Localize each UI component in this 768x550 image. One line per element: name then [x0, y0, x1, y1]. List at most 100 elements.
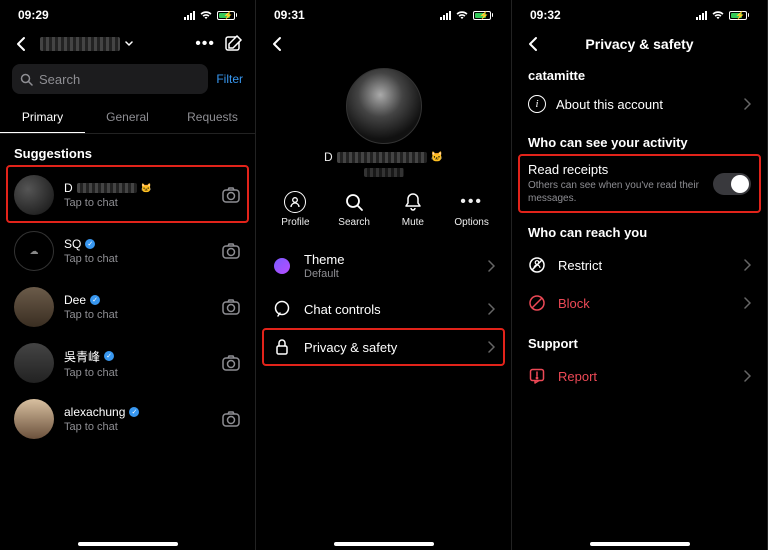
- status-bar: 09:32 ⚡: [512, 0, 767, 30]
- camera-icon[interactable]: [221, 185, 241, 205]
- mute-action[interactable]: Mute: [388, 191, 438, 228]
- menu-chat-controls[interactable]: Chat controls: [256, 290, 511, 328]
- chat-subtitle: Tap to chat: [64, 253, 211, 265]
- chevron-down-icon[interactable]: [124, 39, 134, 49]
- search-icon: [343, 191, 365, 213]
- search-action[interactable]: Search: [329, 191, 379, 228]
- profile-actions: Profile Search Mute ••• Options: [256, 177, 511, 242]
- read-receipts-title: Read receipts: [528, 162, 703, 177]
- filter-button[interactable]: Filter: [216, 72, 243, 86]
- inbox-header: •••: [0, 30, 255, 60]
- verified-icon: ✓: [90, 295, 100, 305]
- chat-item[interactable]: alexachung ✓ Tap to chat: [0, 391, 255, 447]
- chat-subtitle: Tap to chat: [64, 197, 211, 209]
- block-row[interactable]: Block: [512, 284, 767, 322]
- avatar: [14, 175, 54, 215]
- wifi-icon: [199, 10, 213, 20]
- home-indicator[interactable]: [334, 542, 434, 546]
- action-label: Profile: [281, 217, 309, 228]
- tab-general[interactable]: General: [85, 102, 170, 133]
- signal-icon: [440, 11, 451, 20]
- wifi-icon: [455, 10, 469, 20]
- menu-privacy-safety[interactable]: Privacy & safety: [256, 328, 511, 366]
- signal-icon: [184, 11, 195, 20]
- report-row[interactable]: Report: [512, 357, 767, 395]
- profile-avatar[interactable]: [346, 68, 422, 144]
- chat-icon: [272, 300, 292, 318]
- read-receipts-toggle[interactable]: [713, 173, 751, 195]
- read-receipts-sub: Others can see when you've read their me…: [528, 179, 703, 205]
- verified-icon: ✓: [85, 239, 95, 249]
- theme-icon: [274, 258, 290, 274]
- profile-action[interactable]: Profile: [270, 191, 320, 228]
- status-bar: 09:29 ⚡: [0, 0, 255, 30]
- back-icon[interactable]: [524, 34, 544, 54]
- status-indicators: ⚡: [440, 10, 493, 20]
- about-account-row[interactable]: i About this account: [512, 87, 767, 121]
- camera-icon[interactable]: [221, 409, 241, 429]
- status-time: 09:32: [530, 8, 561, 22]
- camera-icon[interactable]: [221, 241, 241, 261]
- menu-theme[interactable]: Theme Default: [256, 242, 511, 290]
- avatar: [14, 287, 54, 327]
- search-row: Search Filter: [0, 60, 255, 102]
- screen-chat-details: 09:31 ⚡ D🐱 Profile Search: [256, 0, 512, 550]
- chat-subtitle: Tap to chat: [64, 367, 211, 379]
- compose-icon[interactable]: [223, 34, 243, 54]
- chevron-right-icon: [743, 370, 751, 382]
- restrict-row[interactable]: Restrict: [512, 246, 767, 284]
- action-label: Options: [454, 217, 488, 228]
- inbox-tabs: Primary General Requests: [0, 102, 255, 134]
- tab-primary[interactable]: Primary: [0, 102, 85, 133]
- search-input[interactable]: Search: [12, 64, 208, 94]
- menu-label: Privacy & safety: [304, 340, 475, 355]
- profile-name: D🐱: [256, 150, 511, 164]
- signal-icon: [696, 11, 707, 20]
- chevron-right-icon: [743, 297, 751, 309]
- account-switcher[interactable]: [40, 37, 120, 51]
- search-placeholder: Search: [39, 72, 80, 87]
- wifi-icon: [711, 10, 725, 20]
- suggestions-heading: Suggestions: [0, 134, 255, 167]
- status-time: 09:29: [18, 8, 49, 22]
- chat-subtitle: Tap to chat: [64, 421, 211, 433]
- tab-requests[interactable]: Requests: [170, 102, 255, 133]
- restrict-icon: [528, 256, 546, 274]
- camera-icon[interactable]: [221, 297, 241, 317]
- menu-sublabel: Default: [304, 268, 475, 280]
- home-indicator[interactable]: [590, 542, 690, 546]
- back-icon[interactable]: [12, 34, 32, 54]
- restrict-label: Restrict: [558, 258, 731, 273]
- chevron-right-icon: [743, 98, 751, 110]
- verified-icon: ✓: [104, 351, 114, 361]
- account-name: catamitte: [512, 62, 767, 87]
- bell-icon: [402, 191, 424, 213]
- read-receipts-row[interactable]: Read receipts Others can see when you've…: [512, 156, 767, 211]
- page-title: Privacy & safety: [544, 36, 735, 52]
- status-bar: 09:31 ⚡: [256, 0, 511, 30]
- home-indicator[interactable]: [78, 542, 178, 546]
- report-icon: [528, 367, 546, 385]
- chat-name: alexachung: [64, 405, 125, 419]
- back-icon[interactable]: [268, 34, 288, 54]
- action-label: Search: [338, 217, 370, 228]
- settings-menu: Theme Default Chat controls Privacy & sa…: [256, 242, 511, 366]
- chat-item[interactable]: 吳青峰 ✓ Tap to chat: [0, 335, 255, 391]
- chat-item[interactable]: D🐱 Tap to chat: [0, 167, 255, 223]
- more-icon[interactable]: •••: [195, 35, 215, 53]
- lock-icon: [272, 338, 292, 356]
- options-action[interactable]: ••• Options: [447, 191, 497, 228]
- status-indicators: ⚡: [184, 10, 237, 20]
- chat-item[interactable]: ☁ SQ ✓ Tap to chat: [0, 223, 255, 279]
- suggestion-highlight-wrap: D🐱 Tap to chat: [0, 167, 255, 223]
- chat-name: SQ: [64, 237, 81, 251]
- avatar: [14, 399, 54, 439]
- battery-icon: ⚡: [473, 11, 493, 20]
- action-label: Mute: [402, 217, 424, 228]
- blurred-text: [77, 183, 137, 193]
- blurred-text: [337, 152, 427, 163]
- chat-item[interactable]: Dee ✓ Tap to chat: [0, 279, 255, 335]
- avatar: ☁: [14, 231, 54, 271]
- camera-icon[interactable]: [221, 353, 241, 373]
- profile-icon: [284, 191, 306, 213]
